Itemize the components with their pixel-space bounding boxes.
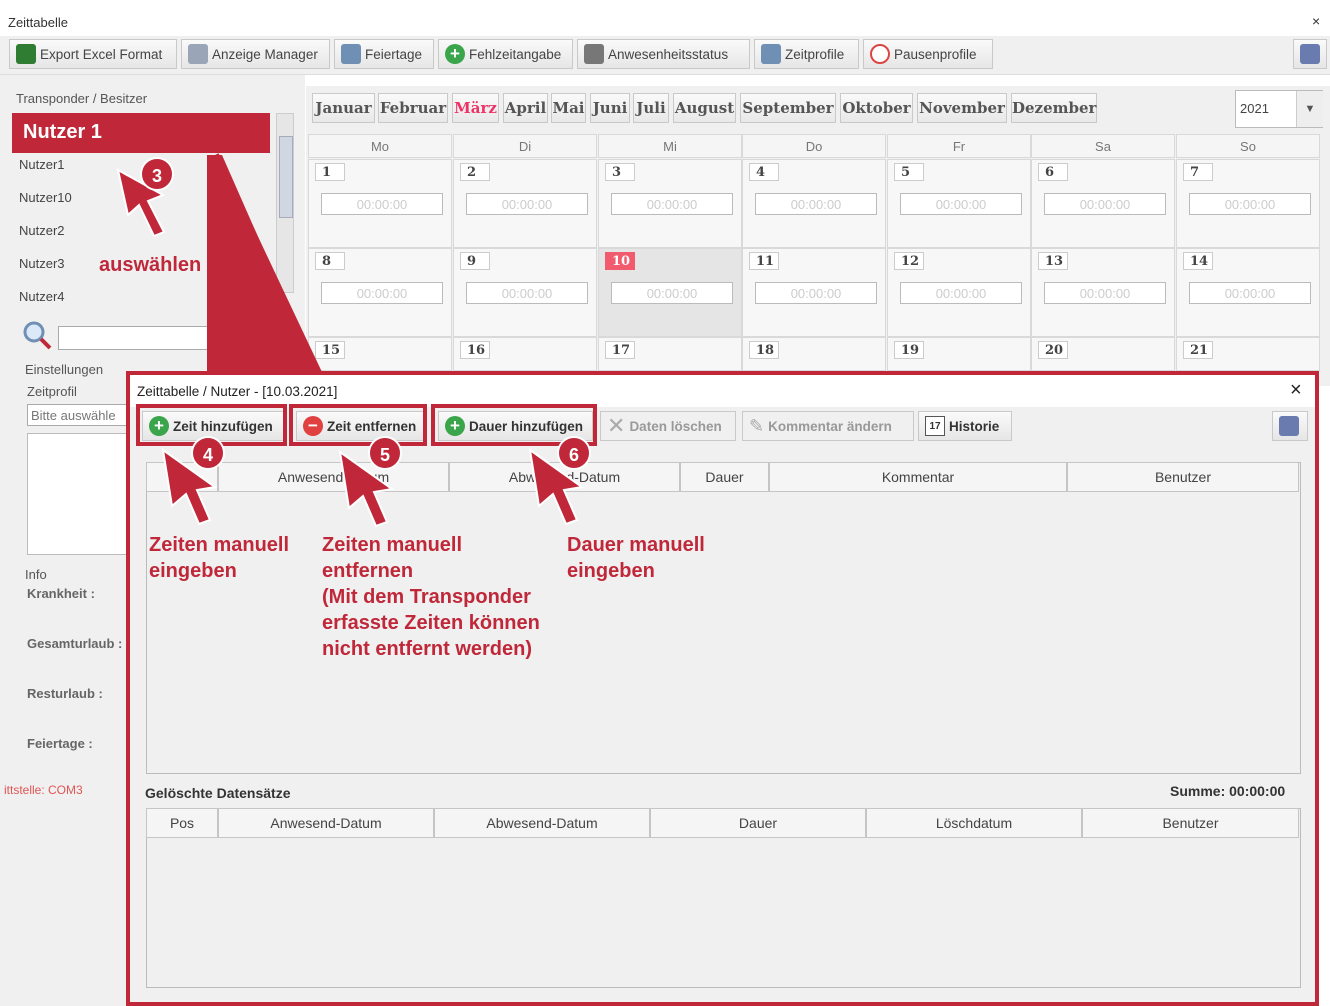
annotation-overlay bbox=[116, 153, 585, 528]
step-badge: 6 bbox=[557, 436, 591, 470]
annotation-line: eingeben bbox=[567, 560, 655, 582]
step-badge: 5 bbox=[368, 436, 402, 470]
annotation-line: eingeben bbox=[149, 560, 237, 582]
annotation-line: nicht entfernt werden) bbox=[322, 638, 533, 660]
annotation-line: Zeiten manuell bbox=[322, 534, 463, 556]
annotation-auswaehlen: auswählen bbox=[99, 254, 202, 276]
annotation-zeiten-eingeben: Zeiten manuell eingeben bbox=[149, 532, 289, 584]
highlight-zeit-entfernen bbox=[289, 404, 427, 446]
annotation-dauer-eingeben: Dauer manuell eingeben bbox=[567, 532, 705, 584]
annotation-zeiten-entfernen: Zeiten manuell entfernen (Mit dem Transp… bbox=[322, 532, 540, 662]
annotation-line: erfasste Zeiten können bbox=[322, 612, 540, 634]
annotation-line: Dauer manuell bbox=[567, 534, 705, 556]
annotation-line: (Mit dem Transponder bbox=[322, 586, 531, 608]
annotation-line: entfernen bbox=[322, 560, 414, 582]
annotation-line: Zeiten manuell bbox=[149, 534, 290, 556]
step-badge: 4 bbox=[191, 436, 225, 470]
step-badge: 3 bbox=[140, 157, 174, 191]
